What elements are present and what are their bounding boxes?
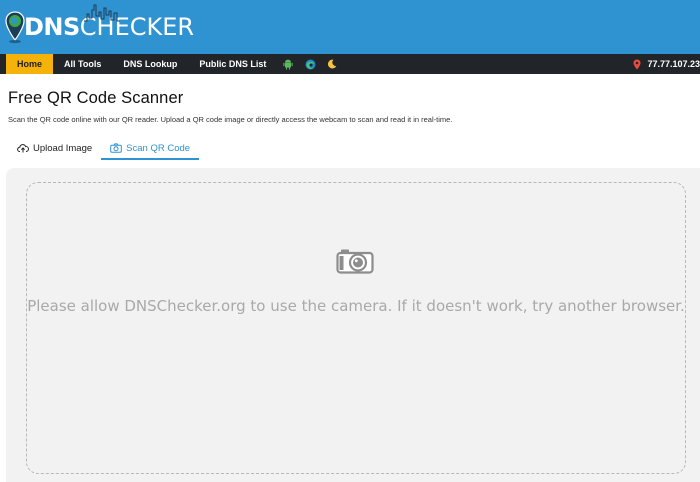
page-subtitle: Scan the QR code online with our QR read…	[8, 115, 453, 124]
location-pin-icon	[633, 59, 641, 69]
camera-permission-message: Please allow DNSChecker.org to use the c…	[27, 297, 685, 315]
moon-icon[interactable]	[326, 54, 338, 74]
skyline-decoration	[84, 4, 120, 22]
ip-address-display[interactable]: 77.77.107.23	[633, 54, 700, 74]
main-navbar: Home All Tools DNS Lookup Public DNS Lis…	[0, 54, 700, 74]
android-icon[interactable]	[282, 54, 294, 74]
site-header: DNSCHECKER	[0, 0, 700, 54]
logo-dns-text: DNS	[24, 13, 80, 41]
camera-dropzone[interactable]	[26, 182, 686, 474]
tab-scan-qr-code[interactable]: Scan QR Code	[101, 138, 200, 160]
tab-upload-image-label: Upload Image	[33, 142, 93, 154]
nav-item-home[interactable]: Home	[6, 54, 54, 74]
camera-icon	[336, 249, 374, 274]
nav-item-dns-lookup[interactable]: DNS Lookup	[112, 54, 188, 74]
tab-scan-qr-code-label: Scan QR Code	[126, 142, 191, 154]
page-title: Free QR Code Scanner	[8, 89, 184, 107]
nav-item-public-dns-list[interactable]: Public DNS List	[188, 54, 277, 74]
nav-item-all-tools[interactable]: All Tools	[53, 54, 112, 74]
ip-address-text: 77.77.107.23	[647, 59, 700, 69]
scanner-tabs: Upload Image Scan QR Code	[8, 138, 200, 160]
tab-upload-image[interactable]: Upload Image	[8, 138, 101, 158]
cloud-upload-icon	[17, 144, 29, 153]
map-pin-globe-icon	[5, 11, 25, 44]
edge-icon[interactable]	[304, 54, 316, 74]
camera-icon	[110, 143, 122, 153]
